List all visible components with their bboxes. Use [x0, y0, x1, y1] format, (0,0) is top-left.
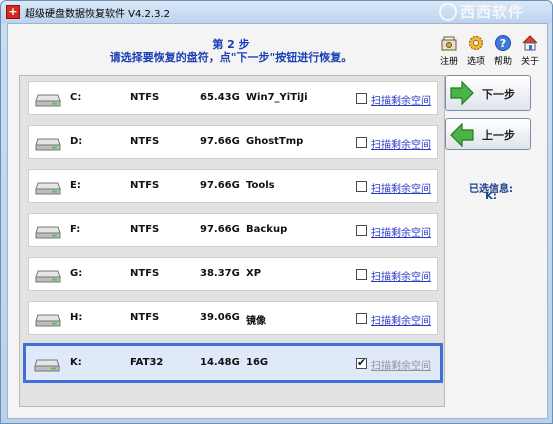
- register-label: 注册: [439, 57, 458, 67]
- scan-free-space-checkbox[interactable]: [356, 225, 367, 236]
- drive-list: C: NTFS 65.43G Win7_YiTiJi 扫描剩余空间 D: NTF…: [19, 75, 445, 407]
- watermark-text: 西西软件: [460, 3, 525, 21]
- drive-row-f[interactable]: F: NTFS 97.66G Backup 扫描剩余空间: [28, 213, 438, 247]
- help-label: 帮助: [493, 57, 512, 67]
- drive-size: 97.66G: [200, 180, 240, 191]
- previous-step-button[interactable]: 上一步: [445, 118, 531, 150]
- hard-disk-icon: [35, 270, 61, 283]
- register-button[interactable]: 注册: [436, 32, 462, 72]
- app-icon: +: [6, 5, 20, 19]
- scan-free-space-checkbox[interactable]: [356, 137, 367, 148]
- drive-label: 16G: [246, 357, 269, 368]
- drive-filesystem: NTFS: [130, 268, 160, 279]
- drive-label: Tools: [246, 180, 275, 191]
- hard-disk-icon: [35, 314, 61, 327]
- drive-row-c[interactable]: C: NTFS 65.43G Win7_YiTiJi 扫描剩余空间: [28, 81, 438, 115]
- drive-label: GhostTmp: [246, 136, 304, 147]
- toolbar: 注册 选项 ? 帮助 关于: [436, 32, 544, 72]
- hard-disk-icon: [35, 94, 61, 107]
- main-panel: 第 2 步 请选择要恢复的盘符，点"下一步"按钮进行恢复。 注册 选项 ? 帮助…: [7, 23, 548, 419]
- scan-free-space-checkbox[interactable]: [356, 313, 367, 324]
- drive-letter: D:: [70, 136, 83, 147]
- drive-filesystem: NTFS: [130, 224, 160, 235]
- drive-row-e[interactable]: E: NTFS 97.66G Tools 扫描剩余空间: [28, 169, 438, 203]
- drive-letter: E:: [70, 180, 81, 191]
- drive-size: 65.43G: [200, 92, 240, 103]
- options-button[interactable]: 选项: [463, 32, 489, 72]
- next-step-button[interactable]: 下一步: [445, 75, 531, 111]
- drive-size: 97.66G: [200, 224, 240, 235]
- scan-free-space-link[interactable]: 扫描剩余空间: [371, 312, 431, 327]
- app-window: + 超级硬盘数据恢复软件 V4.2.3.2 西西软件 第 2 步 请选择要恢复的…: [0, 0, 553, 424]
- help-icon: ?: [495, 35, 511, 51]
- drive-size: 38.37G: [200, 268, 240, 279]
- hard-disk-icon: [35, 182, 61, 195]
- drive-label: 镜像: [246, 316, 266, 327]
- instruction-text: 请选择要恢复的盘符，点"下一步"按钮进行恢复。: [109, 51, 353, 64]
- watermark-logo-icon: [439, 2, 457, 21]
- scan-free-space-link[interactable]: 扫描剩余空间: [371, 224, 431, 239]
- arrow-left-icon: [450, 122, 474, 148]
- scan-free-space-link[interactable]: 扫描剩余空间: [371, 92, 431, 107]
- drive-row-d[interactable]: D: NTFS 97.66G GhostTmp 扫描剩余空间: [28, 125, 438, 159]
- watermark: 西西软件: [439, 2, 551, 22]
- drive-filesystem: NTFS: [130, 312, 160, 323]
- drive-letter: H:: [70, 312, 83, 323]
- hard-disk-icon: [35, 138, 61, 151]
- drive-filesystem: FAT32: [130, 357, 164, 368]
- drive-filesystem: NTFS: [130, 92, 160, 103]
- scan-free-space-link[interactable]: 扫描剩余空间: [371, 357, 431, 372]
- window-title: 超级硬盘数据恢复软件 V4.2.3.2: [25, 9, 171, 20]
- scan-free-space-checkbox[interactable]: [356, 356, 367, 369]
- register-icon: [441, 36, 457, 51]
- arrow-right-icon: [450, 80, 474, 106]
- drive-row-g[interactable]: G: NTFS 38.37G XP 扫描剩余空间: [28, 257, 438, 291]
- drive-size: 14.48G: [200, 357, 240, 368]
- home-icon: [522, 35, 538, 51]
- drive-size: 97.66G: [200, 136, 240, 147]
- drive-label: Win7_YiTiJi: [246, 92, 308, 103]
- drive-size: 39.06G: [200, 312, 240, 323]
- hard-disk-icon: [34, 359, 60, 372]
- drive-letter: F:: [70, 224, 81, 235]
- drive-letter: K:: [70, 357, 82, 368]
- hard-disk-icon: [35, 226, 61, 239]
- drive-label: Backup: [246, 224, 288, 235]
- gear-icon: [468, 35, 484, 51]
- options-label: 选项: [466, 57, 485, 67]
- drive-letter: G:: [70, 268, 83, 279]
- svg-text:?: ?: [500, 37, 506, 50]
- help-button[interactable]: ? 帮助: [490, 32, 516, 72]
- scan-free-space-link[interactable]: 扫描剩余空间: [371, 268, 431, 283]
- scan-free-space-checkbox[interactable]: [356, 269, 367, 280]
- drive-row-h[interactable]: H: NTFS 39.06G 镜像 扫描剩余空间: [28, 301, 438, 335]
- title-bar[interactable]: + 超级硬盘数据恢复软件 V4.2.3.2 西西软件: [1, 1, 552, 23]
- next-step-label: 下一步: [482, 88, 515, 101]
- drive-filesystem: NTFS: [130, 180, 160, 191]
- scan-free-space-link[interactable]: 扫描剩余空间: [371, 180, 431, 195]
- about-label: 关于: [520, 57, 539, 67]
- selected-info-value: K:: [485, 191, 497, 202]
- drive-row-k[interactable]: K: FAT32 14.48G 16G 扫描剩余空间: [23, 343, 443, 383]
- drive-letter: C:: [70, 92, 82, 103]
- about-button[interactable]: 关于: [517, 32, 543, 72]
- scan-free-space-link[interactable]: 扫描剩余空间: [371, 136, 431, 151]
- scan-free-space-checkbox[interactable]: [356, 181, 367, 192]
- drive-label: XP: [246, 268, 262, 279]
- scan-free-space-checkbox[interactable]: [356, 93, 367, 104]
- previous-step-label: 上一步: [482, 129, 515, 142]
- drive-filesystem: NTFS: [130, 136, 160, 147]
